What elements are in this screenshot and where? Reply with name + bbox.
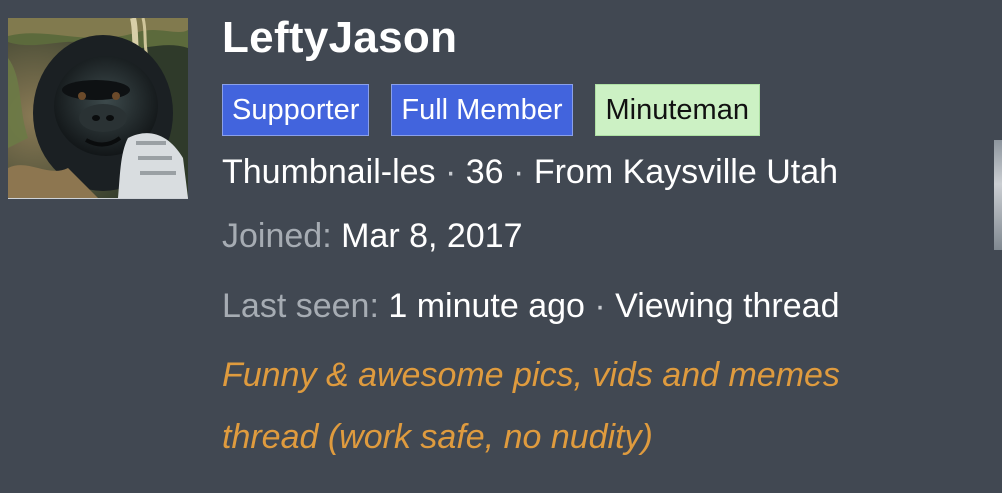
last-seen-activity: Viewing thread <box>615 287 840 325</box>
background-edge-image <box>994 140 1002 250</box>
separator: · <box>513 153 525 191</box>
user-location: From Kaysville Utah <box>533 153 839 191</box>
user-meta-line: Thumbnail-les · 36 · From Kaysville Utah <box>222 150 838 194</box>
joined-date: Mar 8, 2017 <box>341 217 523 255</box>
user-age: 36 <box>465 153 504 191</box>
last-seen-label: Last seen: <box>222 287 379 325</box>
last-seen-line: Last seen: 1 minute ago · Viewing thread <box>222 284 839 328</box>
last-seen-time: 1 minute ago <box>388 287 585 325</box>
viewing-thread-link[interactable]: Funny & awesome pics, vids and memes thr… <box>222 344 922 468</box>
user-title: Thumbnail-les <box>222 153 436 191</box>
badge-minuteman: Minuteman <box>594 84 760 136</box>
gorilla-avatar-image <box>8 18 188 198</box>
avatar[interactable] <box>8 18 188 199</box>
user-badges: Supporter Full Member Minuteman <box>222 84 760 136</box>
joined-label: Joined: <box>222 217 332 255</box>
separator: · <box>594 287 606 325</box>
username[interactable]: LeftyJason <box>222 10 457 66</box>
member-tooltip-card: LeftyJason Supporter Full Member Minutem… <box>0 0 1002 493</box>
joined-line: Joined: Mar 8, 2017 <box>222 214 523 258</box>
separator: · <box>444 153 457 191</box>
badge-supporter: Supporter <box>222 84 370 136</box>
badge-full-member: Full Member <box>391 84 573 136</box>
